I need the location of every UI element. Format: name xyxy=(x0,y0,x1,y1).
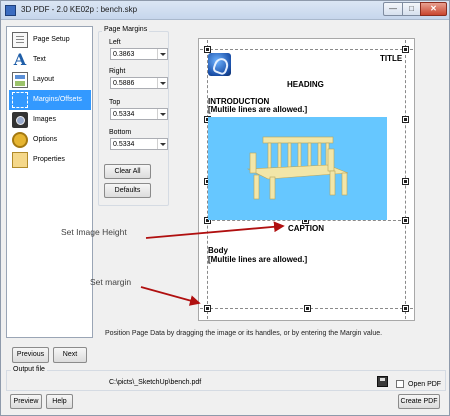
save-icon[interactable] xyxy=(377,376,388,387)
preview-button[interactable]: Preview xyxy=(10,394,42,409)
output-path[interactable]: C:\picts\_SketchUp\bench.pdf xyxy=(109,379,201,386)
output-file-label: Output file xyxy=(11,366,47,373)
arrow-image-height xyxy=(145,221,285,239)
help-button[interactable]: Help xyxy=(46,394,73,409)
previous-button[interactable]: Previous xyxy=(12,347,49,363)
open-pdf-checkbox[interactable] xyxy=(396,380,404,388)
arrow-margin xyxy=(140,286,201,306)
instruction-text: Position Page Data by dragging the image… xyxy=(105,330,383,337)
next-button[interactable]: Next xyxy=(53,347,87,363)
open-pdf-label: Open PDF xyxy=(408,381,442,388)
app-window: 3D PDF - 2.0 KE02p : bench.skp — □ ✕ Pag… xyxy=(0,0,450,416)
create-pdf-button[interactable]: Create PDF xyxy=(398,394,440,409)
